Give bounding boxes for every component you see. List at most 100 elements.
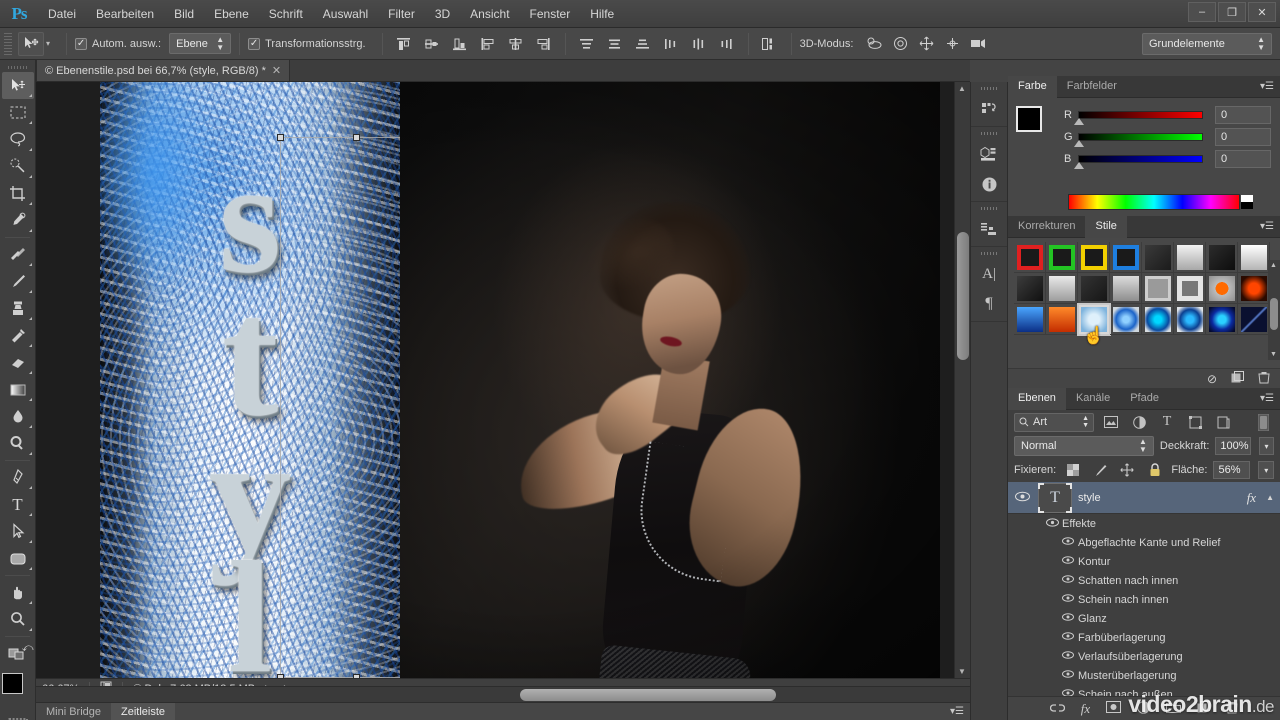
move-tool-icon[interactable] [18,31,44,56]
canvas-area[interactable]: s t y l [36,82,970,678]
roll-3d-object-icon[interactable] [887,32,913,56]
tool-eyedropper[interactable] [2,207,34,234]
bottom-dock-menu-icon[interactable]: ▾☰ [950,706,970,717]
charcoal-style[interactable] [1080,275,1107,301]
vertical-scroll-thumb[interactable] [957,232,969,360]
tab-ebenen[interactable]: Ebenen [1008,387,1066,410]
styles-scroll-up-icon[interactable]: ▲ [1270,262,1277,269]
distribute-right-edges-icon[interactable] [714,32,740,56]
dark-diagonal-style[interactable] [1240,306,1267,332]
style-cell-17[interactable] [1046,304,1078,335]
style-cell-23[interactable] [1238,304,1270,335]
effect-visibility-icon[interactable] [1058,632,1078,643]
align-bottom-edges-icon[interactable] [447,32,473,56]
effect-row-4[interactable]: Glanz [1008,609,1280,628]
filter-pixel-icon[interactable] [1100,412,1122,432]
link-layers-icon[interactable] [1049,702,1065,716]
lock-transparent-pixels-icon[interactable] [1062,460,1083,480]
layer-fx-indicator[interactable]: fx [1247,490,1260,506]
slide-3d-object-icon[interactable] [939,32,965,56]
tool-path-selection[interactable] [2,518,34,545]
distribute-bottom-edges-icon[interactable] [630,32,656,56]
effect-row-3[interactable]: Schein nach innen [1008,590,1280,609]
blue-value-field[interactable]: 0 [1215,150,1271,168]
blend-mode-select[interactable]: Normal ▲ ▼ [1014,436,1154,456]
dark-gradient-style[interactable] [1208,244,1235,270]
green-value-field[interactable]: 0 [1215,128,1271,146]
style-cell-19[interactable] [1110,304,1142,335]
menu-auswahl[interactable]: Auswahl [313,3,378,25]
red-value-field[interactable]: 0 [1215,106,1271,124]
transform-handle-tl[interactable] [277,134,284,141]
tool-blur[interactable] [2,403,34,430]
effect-visibility-icon[interactable] [1058,651,1078,662]
restore-button[interactable]: ❐ [1218,2,1246,22]
dock-grip-4[interactable] [981,250,997,258]
layer-style-icon[interactable]: fx [1081,701,1090,717]
styles-scrollbar[interactable]: ▲ ▼ [1268,260,1280,360]
style-cell-14[interactable] [1206,273,1238,304]
new-style-icon[interactable] [1231,370,1244,387]
scale-3d-object-icon[interactable] [965,32,991,56]
filter-power-icon[interactable] [1252,412,1274,432]
tool-preset-chevron-icon[interactable]: ▾ [46,39,50,48]
rotate-3d-object-icon[interactable] [861,32,887,56]
workspace-select[interactable]: Grundelemente ▲ ▼ [1142,32,1272,55]
style-cell-12[interactable] [1142,273,1174,304]
styles-panel-menu-icon[interactable]: ▾☰ [1260,221,1280,232]
red-slider-thumb[interactable] [1074,118,1084,125]
clear-style-icon[interactable]: ⊘ [1207,372,1217,386]
white-gradient-style[interactable] [1240,244,1267,270]
tool-spot-healing-brush[interactable] [2,241,34,268]
tool-pen[interactable] [2,464,34,491]
style-cell-5[interactable] [1174,242,1206,273]
layers-panel-menu-icon[interactable]: ▾☰ [1260,393,1280,404]
effect-visibility-icon[interactable] [1058,613,1078,624]
cyan-orb-style[interactable] [1144,306,1171,332]
lock-position-icon[interactable] [1117,460,1138,480]
tool-presets-panel-icon[interactable] [973,214,1005,244]
style-cell-16[interactable] [1014,304,1046,335]
filter-adjustment-icon[interactable] [1128,412,1150,432]
tool-edit-in-quick-mask[interactable]: ⤺ [2,640,34,667]
layer-visibility-icon[interactable] [1012,491,1032,505]
tab-pfade[interactable]: Pfade [1120,388,1169,410]
align-vertical-centers-icon[interactable] [419,32,445,56]
close-document-icon[interactable]: ✕ [272,64,281,77]
tool-horizontal-type[interactable]: T [2,491,34,518]
deep-blue-orb-style[interactable] [1208,306,1235,332]
green-outline-style[interactable] [1048,244,1075,270]
style-cell-8[interactable] [1014,273,1046,304]
style-cell-21[interactable] [1174,304,1206,335]
filter-shape-icon[interactable] [1184,412,1206,432]
blue-slider-thumb[interactable] [1074,162,1084,169]
fill-stepper-icon[interactable]: ▾ [1258,461,1274,479]
align-top-edges-icon[interactable] [391,32,417,56]
tool-eraser[interactable] [2,349,34,376]
tab-farbe[interactable]: Farbe [1008,75,1057,98]
horizontal-scroll-thumb[interactable] [520,689,776,701]
options-bar-grip[interactable] [4,32,12,55]
new-group-icon[interactable] [1166,701,1182,716]
canvas-vertical-scrollbar[interactable]: ▲ ▼ [954,82,970,678]
effect-visibility-icon[interactable] [1058,594,1078,605]
tool-quick-selection[interactable] [2,153,34,180]
scroll-up-icon[interactable]: ▲ [958,84,966,93]
effect-row-2[interactable]: Schatten nach innen [1008,571,1280,590]
tool-zoom[interactable] [2,606,34,633]
tool-brush[interactable] [2,268,34,295]
layer-row-style[interactable]: T style fx ▲ [1008,482,1280,514]
close-button[interactable]: ✕ [1248,2,1276,22]
effect-visibility-icon[interactable] [1058,537,1078,548]
effect-row-1[interactable]: Kontur [1008,552,1280,571]
tool-hand[interactable] [2,579,34,606]
transform-controls-checkbox[interactable]: ✓ [248,37,261,50]
blue-glow-style[interactable] [1112,306,1139,332]
tab-stile[interactable]: Stile [1085,215,1127,238]
menu-hilfe[interactable]: Hilfe [580,3,624,25]
new-layer-icon[interactable] [1197,700,1211,717]
menu-filter[interactable]: Filter [378,3,425,25]
layer-filter-select[interactable]: Art ▲ ▼ [1014,412,1094,432]
effect-visibility-icon[interactable] [1058,670,1078,681]
3d-panel-icon[interactable] [973,139,1005,169]
